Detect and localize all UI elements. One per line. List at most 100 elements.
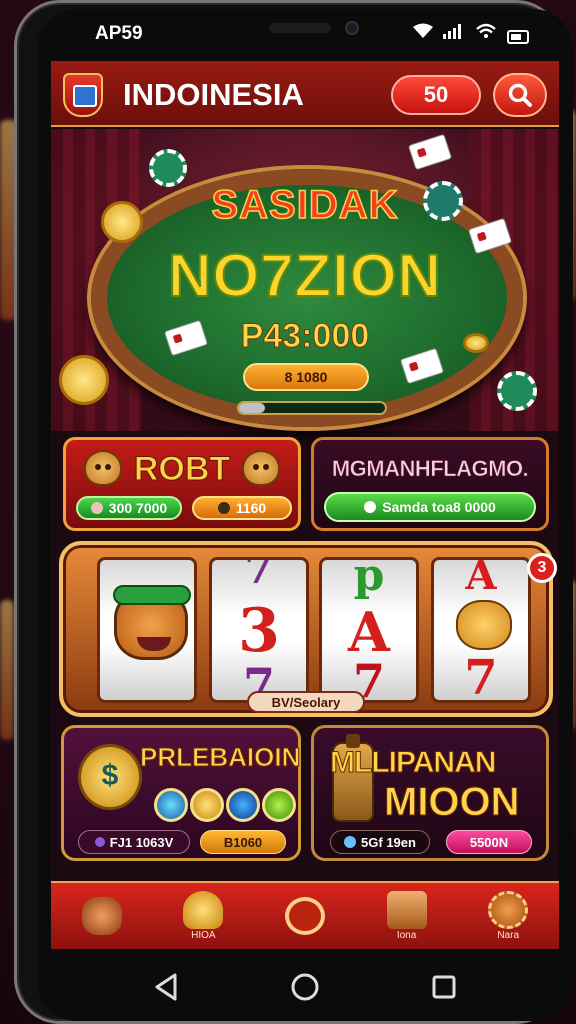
slot-cabinet-icon: [386, 891, 427, 929]
wifi-alt-icon: [475, 23, 497, 44]
gem-icon: [94, 837, 105, 847]
search-button[interactable]: [493, 73, 547, 117]
slot-label: BV/Seolary: [247, 691, 365, 713]
coin-icon: [190, 788, 224, 822]
wifi-icon: [413, 23, 433, 44]
nav-label: Nara: [497, 930, 520, 941]
status-time: AP59: [95, 23, 143, 44]
reel-symbol: A: [465, 557, 497, 599]
back-icon: [155, 973, 177, 1001]
slot-label-text: BV/Seolary: [271, 694, 341, 710]
status-icons: [413, 23, 529, 44]
app-title: INDOINESIA: [123, 77, 304, 112]
robot-left-value: 300 7000: [108, 500, 168, 516]
battery-icon: [507, 30, 529, 44]
avatar-icon: [217, 502, 230, 514]
home-icon: [291, 973, 319, 1001]
nav-item-center[interactable]: [270, 884, 340, 948]
robot-card-title: ROBT: [133, 450, 231, 489]
badge-count: 3: [537, 559, 547, 576]
jackpot-amount: P43:000: [240, 317, 370, 356]
home-button[interactable]: [288, 970, 322, 1004]
promo-right-pill[interactable]: 5Gf 19en: [330, 830, 430, 854]
mascot-icon: [81, 896, 122, 935]
app-logo[interactable]: [63, 73, 103, 117]
robot-right-value: 1160: [235, 500, 267, 516]
promo-left-button-label: B1060: [223, 834, 263, 850]
nav-item-games[interactable]: Iona: [372, 884, 442, 948]
promo-card-title: MGMANHFLAGMO.: [331, 456, 529, 482]
promo-right-card[interactable]: MLLIPANAN MIOON 5Gf 19en 5500N: [311, 725, 549, 861]
slot-reel: [97, 557, 197, 703]
screen: AP59 INDOINESIA 50 SASIDAK NO7ZION P43:0…: [37, 9, 573, 1021]
promo-right-title-2: MIOON: [384, 780, 521, 825]
nav-item-home[interactable]: HIOA: [168, 884, 238, 948]
robot-right-pill[interactable]: 1160: [192, 496, 292, 520]
reel-symbol: 7: [244, 557, 274, 593]
coin-icon: [262, 788, 296, 822]
coin-balance-button[interactable]: 50: [391, 75, 481, 115]
slot-reel: A 7: [431, 557, 531, 703]
nav-item-settings[interactable]: Nara: [473, 884, 543, 948]
chip-icon: [149, 149, 187, 187]
gear-icon: [488, 891, 529, 929]
nav-item-mascot[interactable]: [67, 884, 137, 948]
promo-left-pill[interactable]: FJ1 1063V: [78, 830, 190, 854]
nav-label: Iona: [396, 930, 417, 941]
circle-button-icon: [284, 896, 325, 935]
status-bar: AP59: [37, 9, 573, 59]
back-button[interactable]: [149, 970, 183, 1004]
promo-left-title: PRLEBAIOIN: [139, 742, 301, 773]
promo-right-button-label: 5500N: [469, 834, 509, 850]
promo-card-button-label: Samda toa8 0000: [382, 499, 496, 515]
banner-pill-label: 8 1080: [284, 369, 328, 385]
speaker-notch: [269, 23, 331, 33]
slot-reel: 7 3 7: [209, 557, 309, 703]
nav-label: HIOA: [191, 930, 216, 941]
banner-subtitle: SASIDAK: [211, 182, 399, 228]
promo-left-button[interactable]: B1060: [200, 830, 286, 854]
feature-row: ROBT 300 7000 1160 MGMANHFLAGMO. Samda t…: [51, 435, 559, 535]
notification-badge: 3: [527, 553, 557, 583]
globe-icon: [344, 836, 357, 848]
reel-symbol: p: [353, 557, 385, 601]
signal-icon: [443, 23, 465, 44]
banner-title: NO7ZION: [167, 241, 442, 310]
phone-frame: AP59 INDOINESIA 50 SASIDAK NO7ZION P43:0…: [14, 0, 573, 1024]
chip-icon: [497, 371, 537, 411]
robot-left-pill[interactable]: 300 7000: [76, 496, 182, 520]
promo-right-value: 5Gf 19en: [361, 834, 416, 850]
promo-card-button[interactable]: Samda toa8 0000: [324, 492, 536, 522]
recents-icon: [432, 975, 456, 999]
coin-icon: [226, 788, 260, 822]
crown-icon: [183, 891, 224, 929]
reel-symbol: 3: [238, 596, 280, 666]
gold-coin-icon: [59, 355, 109, 405]
jackpot-banner[interactable]: SASIDAK NO7ZION P43:000 8 1080: [51, 129, 559, 431]
banner-pill[interactable]: 8 1080: [243, 363, 369, 391]
robot-game-card[interactable]: ROBT 300 7000 1160: [63, 437, 301, 531]
promo-left-card[interactable]: PRLEBAIOIN FJ1 1063V B1060: [61, 725, 301, 861]
gold-badge-icon: [78, 744, 142, 810]
slot-reel: p A 7: [319, 557, 419, 703]
progress-fill: [239, 403, 266, 413]
dog-mascot-icon: [456, 600, 512, 650]
search-icon: [507, 82, 533, 108]
system-nav-bar: [37, 953, 573, 1021]
coin-row: [154, 788, 296, 822]
app-header: INDOINESIA 50: [51, 61, 559, 127]
coin-balance: 50: [423, 82, 449, 107]
chip-icon: [90, 502, 103, 514]
jackpot-progress-bar: [237, 401, 387, 415]
app-content: INDOINESIA 50 SASIDAK NO7ZION P43:000 8 …: [51, 61, 559, 949]
camera-icon: [345, 21, 359, 35]
recents-button[interactable]: [427, 970, 461, 1004]
promo-right-title: MLLIPANAN: [329, 746, 496, 780]
reel-symbol: 7: [464, 650, 498, 703]
promo-right-button[interactable]: 5500N: [446, 830, 532, 854]
info-icon: [364, 501, 377, 513]
bottom-nav: HIOA Iona Nara: [51, 881, 559, 949]
coin-icon: [154, 788, 188, 822]
promo-card[interactable]: MGMANHFLAGMO. Samda toa8 0000: [311, 437, 549, 531]
playing-card-icon: [407, 133, 453, 171]
